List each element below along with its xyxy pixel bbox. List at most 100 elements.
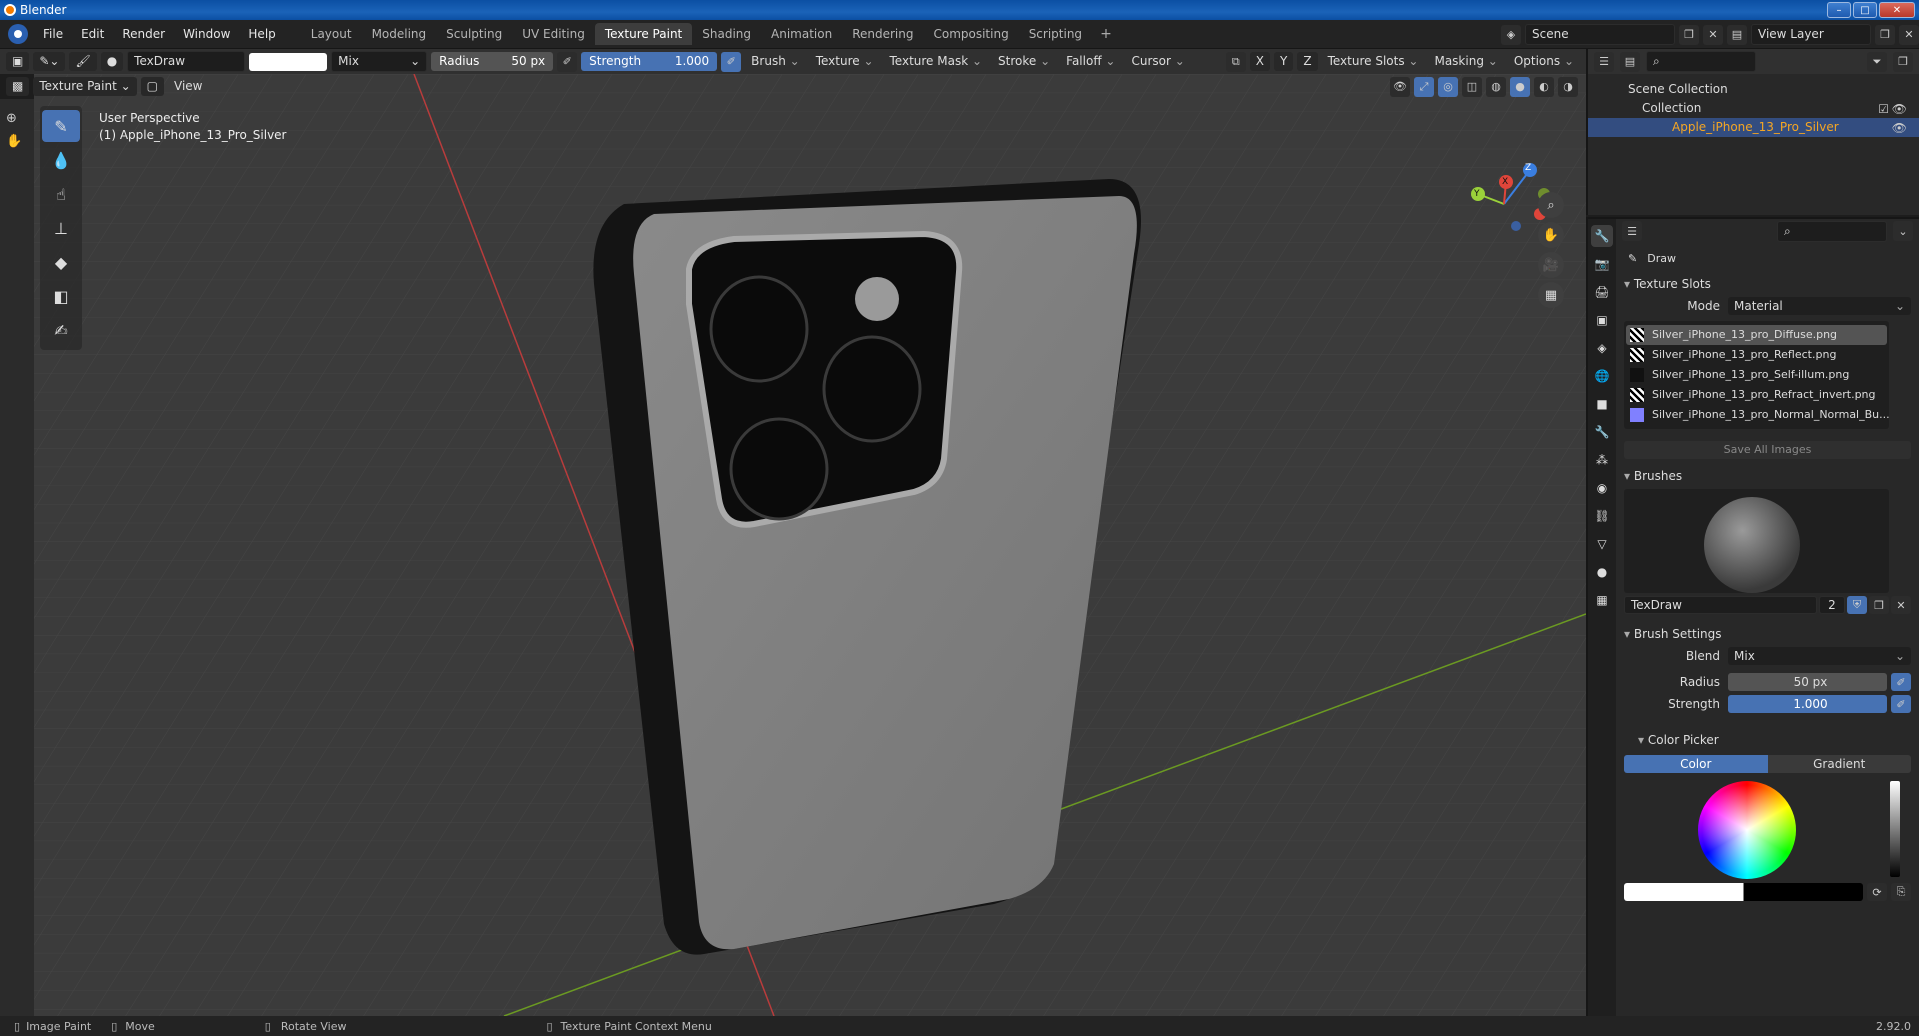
xray-icon[interactable]: ◫	[1462, 76, 1482, 97]
texture-props-icon[interactable]: ▦	[1591, 589, 1613, 611]
symmetry-icon[interactable]: ⧉	[1225, 51, 1246, 72]
radius-unit-icon[interactable]: ✐	[1891, 673, 1911, 691]
brushes-panel-header[interactable]: Brushes	[1616, 465, 1919, 487]
delete-scene-icon[interactable]: ✕	[1703, 24, 1723, 45]
strength-slider[interactable]: Strength 1.000	[581, 52, 718, 71]
texture-slot-item[interactable]: Silver_iPhone_13_pro_Reflect.png	[1626, 345, 1887, 365]
texture-slots-panel-header[interactable]: Texture Slots	[1616, 273, 1919, 295]
particles-props-icon[interactable]: ⁂	[1591, 449, 1613, 471]
annotate-tool-icon[interactable]: ✍	[42, 314, 80, 346]
overlay-toggle-icon[interactable]: ◎	[1438, 76, 1458, 97]
view-layer-field[interactable]: View Layer	[1751, 24, 1871, 45]
outliner-object-row[interactable]: Apple_iPhone_13_Pro_Silver 👁	[1588, 118, 1919, 137]
brush-menu[interactable]: Brush	[745, 52, 806, 71]
falloff-menu[interactable]: Falloff	[1060, 52, 1121, 71]
tab-uv-editing[interactable]: UV Editing	[512, 23, 595, 45]
view-menu[interactable]: View	[168, 77, 208, 96]
tab-gradient[interactable]: Gradient	[1767, 755, 1911, 773]
minimize-button[interactable]: –	[1827, 2, 1851, 18]
gizmo-z-label[interactable]: Z	[1525, 163, 1531, 173]
shading-wireframe-icon[interactable]: ◍	[1486, 76, 1506, 97]
outliner-search-input[interactable]: ⌕	[1646, 51, 1756, 72]
texture-slot-item[interactable]: Silver_iPhone_13_pro_Refract_invert.png	[1626, 385, 1887, 405]
texture-slots-menu[interactable]: Texture Slots	[1322, 52, 1425, 71]
masking-menu[interactable]: Masking	[1428, 52, 1503, 71]
color-picker-panel-header[interactable]: Color Picker	[1616, 729, 1919, 751]
mode-dropdown[interactable]: Texture Paint ⌄	[33, 77, 137, 96]
tab-shading[interactable]: Shading	[692, 23, 761, 45]
options-menu[interactable]: Options	[1508, 52, 1580, 71]
mode-dropdown[interactable]: Material	[1728, 297, 1911, 315]
collection-eye-icon[interactable]: 👁	[1892, 100, 1907, 119]
smear-tool-icon[interactable]: ☝	[42, 178, 80, 210]
brush-name-field[interactable]: TexDraw	[127, 51, 246, 72]
tab-scripting[interactable]: Scripting	[1019, 23, 1092, 45]
menu-render[interactable]: Render	[113, 23, 174, 45]
hand-icon[interactable]: ✋	[6, 134, 34, 149]
outliner-collection[interactable]: Collection ☑ 👁	[1588, 99, 1919, 118]
brush-preview[interactable]	[1624, 489, 1889, 593]
zoom-icon[interactable]: ⌕	[1538, 192, 1564, 218]
output-props-icon[interactable]: 🖨	[1591, 281, 1613, 303]
tool-icon[interactable]: ✎⌄	[33, 52, 66, 71]
world-props-icon[interactable]: 🌐	[1591, 365, 1613, 387]
radius-pressure-icon[interactable]: ✐	[557, 51, 578, 72]
menu-window[interactable]: Window	[174, 23, 239, 45]
brush-color-swatch[interactable]	[249, 52, 328, 71]
tab-compositing[interactable]: Compositing	[923, 23, 1018, 45]
physics-props-icon[interactable]: ◉	[1591, 477, 1613, 499]
tab-texture-paint[interactable]: Texture Paint	[594, 23, 693, 45]
brush-fake-user-icon[interactable]: ●	[100, 52, 124, 71]
menu-edit[interactable]: Edit	[72, 23, 113, 45]
visibility-icon[interactable]: 👁	[1390, 76, 1410, 97]
texture-menu[interactable]: Texture	[810, 52, 880, 71]
draw-tool-icon[interactable]: ✎	[42, 110, 80, 142]
delete-view-layer-icon[interactable]: ✕	[1899, 24, 1919, 45]
maximize-button[interactable]: □	[1853, 2, 1877, 18]
tab-animation[interactable]: Animation	[761, 23, 842, 45]
editor-type-icon[interactable]: ▣	[6, 52, 30, 71]
gizmo-y-label[interactable]: Y	[1474, 189, 1480, 199]
tab-rendering[interactable]: Rendering	[842, 23, 923, 45]
scene-props-icon[interactable]: ◈	[1591, 337, 1613, 359]
shading-material-icon[interactable]: ◐	[1534, 76, 1554, 97]
texture-slot-item[interactable]: Silver_iPhone_13_pro_Self-illum.png	[1626, 365, 1887, 385]
render-props-icon[interactable]: 📷	[1591, 253, 1613, 275]
soften-tool-icon[interactable]: 💧	[42, 144, 80, 176]
texture-slot-item[interactable]: Silver_iPhone_13_pro_Normal_Normal_Bu...	[1626, 405, 1890, 425]
menu-help[interactable]: Help	[239, 23, 284, 45]
color-swatch-bar[interactable]	[1624, 883, 1863, 901]
tool-props-icon[interactable]: 🔧	[1591, 225, 1613, 247]
outliner-editor-icon[interactable]: ☰	[1594, 51, 1614, 72]
strength-pressure-icon[interactable]: ✐	[721, 51, 742, 72]
scene-name-field[interactable]: Scene	[1525, 24, 1675, 45]
radius-slider[interactable]: Radius 50 px	[431, 52, 554, 71]
clone-tool-icon[interactable]: ⊥	[42, 212, 80, 244]
unlink-brush-icon[interactable]: ✕	[1891, 596, 1911, 614]
cursor-menu[interactable]: Cursor	[1125, 52, 1190, 71]
3d-viewport[interactable]: User Perspective (1) Apple_iPhone_13_Pro…	[34, 74, 1586, 1016]
view-layer-icon[interactable]: ▤	[1727, 24, 1747, 45]
close-button[interactable]: ✕	[1879, 2, 1915, 18]
mask-tool-icon[interactable]: ◧	[42, 280, 80, 312]
modifier-props-icon[interactable]: 🔧	[1591, 421, 1613, 443]
value-slider[interactable]	[1890, 781, 1900, 877]
data-props-icon[interactable]: ▽	[1591, 533, 1613, 555]
properties-options-icon[interactable]: ⌄	[1893, 221, 1913, 241]
constraints-props-icon[interactable]: ⛓	[1591, 505, 1613, 527]
swap-colors-icon[interactable]: ⟳	[1867, 883, 1887, 901]
sidebar-toggle-icon[interactable]: ⊕	[6, 111, 34, 126]
tab-color[interactable]: Color	[1624, 755, 1768, 773]
texture-mask-menu[interactable]: Texture Mask	[884, 52, 989, 71]
object-eye-icon[interactable]: 👁	[1892, 119, 1907, 138]
symmetry-x-toggle[interactable]: X	[1249, 52, 1271, 71]
duplicate-brush-icon[interactable]: ❐	[1869, 596, 1889, 614]
blend-dropdown[interactable]: Mix	[1728, 647, 1911, 665]
stroke-menu[interactable]: Stroke	[992, 52, 1056, 71]
view-layer-props-icon[interactable]: ▣	[1591, 309, 1613, 331]
brush-name-field[interactable]: TexDraw	[1624, 596, 1817, 614]
shading-solid-icon[interactable]: ●	[1510, 76, 1530, 97]
new-scene-icon[interactable]: ❐	[1679, 24, 1699, 45]
fill-tool-icon[interactable]: ◆	[42, 246, 80, 278]
gizmo-x-label[interactable]: X	[1502, 177, 1508, 187]
